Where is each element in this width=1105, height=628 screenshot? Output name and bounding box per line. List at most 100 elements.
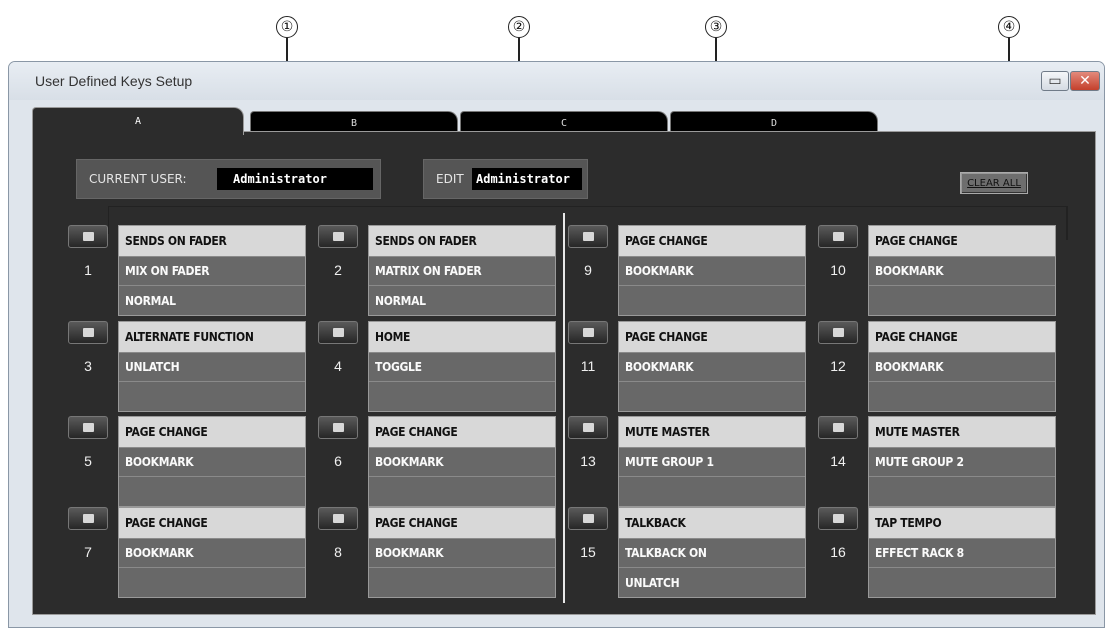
key-parameter-2 (869, 476, 1055, 506)
key-parameter-2 (119, 567, 305, 597)
key-button[interactable] (68, 507, 108, 530)
edit-user-box: EDIT Administrator (423, 159, 588, 199)
key-function: PAGE CHANGE (119, 417, 305, 447)
key-assignment[interactable]: PAGE CHANGE BOOKMARK (868, 321, 1056, 412)
user-key-4: 4 HOME TOGGLE (318, 321, 556, 412)
key-parameter-1: BOOKMARK (869, 255, 1055, 286)
key-assignment[interactable]: MUTE MASTER MUTE GROUP 1 (618, 416, 806, 507)
key-parameter-2 (619, 285, 805, 315)
callout-2: ② (508, 16, 530, 38)
key-assignment[interactable]: PAGE CHANGE BOOKMARK (618, 225, 806, 316)
key-assignment[interactable]: TALKBACK TALKBACK ON UNLATCH (618, 507, 806, 598)
key-button[interactable] (818, 321, 858, 344)
key-function: PAGE CHANGE (369, 417, 555, 447)
callout-4: ④ (998, 16, 1020, 38)
key-led-icon (332, 328, 344, 337)
key-button[interactable] (318, 416, 358, 439)
key-parameter-2 (619, 476, 805, 506)
key-number: 12 (830, 358, 846, 374)
key-number: 2 (334, 262, 342, 278)
key-led-icon (332, 232, 344, 241)
key-assignment[interactable]: TAP TEMPO EFFECT RACK 8 (868, 507, 1056, 598)
close-icon: ✕ (1079, 73, 1091, 89)
key-parameter-1: EFFECT RACK 8 (869, 537, 1055, 568)
key-function: PAGE CHANGE (869, 226, 1055, 256)
close-button[interactable]: ✕ (1070, 71, 1100, 91)
key-assignment[interactable]: PAGE CHANGE BOOKMARK (118, 507, 306, 598)
key-parameter-1: BOOKMARK (369, 537, 555, 568)
key-assignment[interactable]: HOME TOGGLE (368, 321, 556, 412)
key-number: 7 (84, 544, 92, 560)
key-parameter-2 (119, 381, 305, 411)
key-number: 1 (84, 262, 92, 278)
user-key-10: 10 PAGE CHANGE BOOKMARK (818, 225, 1056, 316)
key-led-icon (582, 514, 594, 523)
key-led-icon (332, 514, 344, 523)
key-assignment[interactable]: SENDS ON FADER MIX ON FADER NORMAL (118, 225, 306, 316)
key-number: 9 (584, 262, 592, 278)
key-parameter-1: TOGGLE (369, 351, 555, 382)
key-button[interactable] (318, 507, 358, 530)
key-assignment[interactable]: PAGE CHANGE BOOKMARK (868, 225, 1056, 316)
edit-user-value[interactable]: Administrator (472, 168, 582, 190)
callout-1: ① (276, 16, 298, 38)
key-button[interactable] (568, 225, 608, 248)
user-key-8: 8 PAGE CHANGE BOOKMARK (318, 507, 556, 598)
key-function: PAGE CHANGE (869, 322, 1055, 352)
key-button[interactable] (68, 416, 108, 439)
key-function: MUTE MASTER (619, 417, 805, 447)
key-parameter-2 (619, 381, 805, 411)
key-parameter-2 (369, 476, 555, 506)
key-parameter-1: BOOKMARK (619, 351, 805, 382)
key-led-icon (832, 328, 844, 337)
key-function: TALKBACK (619, 508, 805, 538)
key-assignment[interactable]: MUTE MASTER MUTE GROUP 2 (868, 416, 1056, 507)
tab-a[interactable]: A (32, 107, 244, 135)
key-led-icon (82, 514, 94, 523)
key-function: ALTERNATE FUNCTION (119, 322, 305, 352)
key-button[interactable] (318, 225, 358, 248)
window-title: User Defined Keys Setup (35, 73, 193, 89)
key-button[interactable] (568, 507, 608, 530)
key-parameter-1: MUTE GROUP 1 (619, 446, 805, 477)
key-function: PAGE CHANGE (369, 508, 555, 538)
key-led-icon (82, 423, 94, 432)
key-number: 13 (580, 453, 596, 469)
key-parameter-1: BOOKMARK (119, 446, 305, 477)
key-parameter-1: TALKBACK ON (619, 537, 805, 568)
key-function: PAGE CHANGE (619, 322, 805, 352)
key-number: 15 (580, 544, 596, 560)
key-parameter-1: MUTE GROUP 2 (869, 446, 1055, 477)
user-key-15: 15 TALKBACK TALKBACK ON UNLATCH (568, 507, 806, 598)
key-assignment[interactable]: PAGE CHANGE BOOKMARK (618, 321, 806, 412)
key-button[interactable] (68, 225, 108, 248)
key-button[interactable] (318, 321, 358, 344)
key-button[interactable] (818, 225, 858, 248)
key-button[interactable] (68, 321, 108, 344)
key-assignment[interactable]: SENDS ON FADER MATRIX ON FADER NORMAL (368, 225, 556, 316)
key-function: HOME (369, 322, 555, 352)
key-button[interactable] (568, 321, 608, 344)
key-function: MUTE MASTER (869, 417, 1055, 447)
key-assignment[interactable]: PAGE CHANGE BOOKMARK (118, 416, 306, 507)
key-button[interactable] (818, 416, 858, 439)
key-assignment[interactable]: PAGE CHANGE BOOKMARK (368, 507, 556, 598)
key-number: 16 (830, 544, 846, 560)
key-parameter-1: BOOKMARK (619, 255, 805, 286)
minimize-button[interactable]: ▭ (1041, 71, 1069, 91)
user-key-6: 6 PAGE CHANGE BOOKMARK (318, 416, 556, 507)
key-number: 8 (334, 544, 342, 560)
key-button[interactable] (568, 416, 608, 439)
key-led-icon (832, 514, 844, 523)
clear-all-button[interactable]: CLEAR ALL (960, 172, 1028, 194)
user-key-14: 14 MUTE MASTER MUTE GROUP 2 (818, 416, 1056, 507)
user-key-11: 11 PAGE CHANGE BOOKMARK (568, 321, 806, 412)
key-assignment[interactable]: ALTERNATE FUNCTION UNLATCH (118, 321, 306, 412)
title-bar: User Defined Keys Setup ▭ ✕ (9, 62, 1104, 100)
key-button[interactable] (818, 507, 858, 530)
user-key-1: 1 SENDS ON FADER MIX ON FADER NORMAL (68, 225, 306, 316)
key-led-icon (832, 232, 844, 241)
key-led-icon (82, 328, 94, 337)
key-parameter-2 (869, 567, 1055, 597)
key-assignment[interactable]: PAGE CHANGE BOOKMARK (368, 416, 556, 507)
